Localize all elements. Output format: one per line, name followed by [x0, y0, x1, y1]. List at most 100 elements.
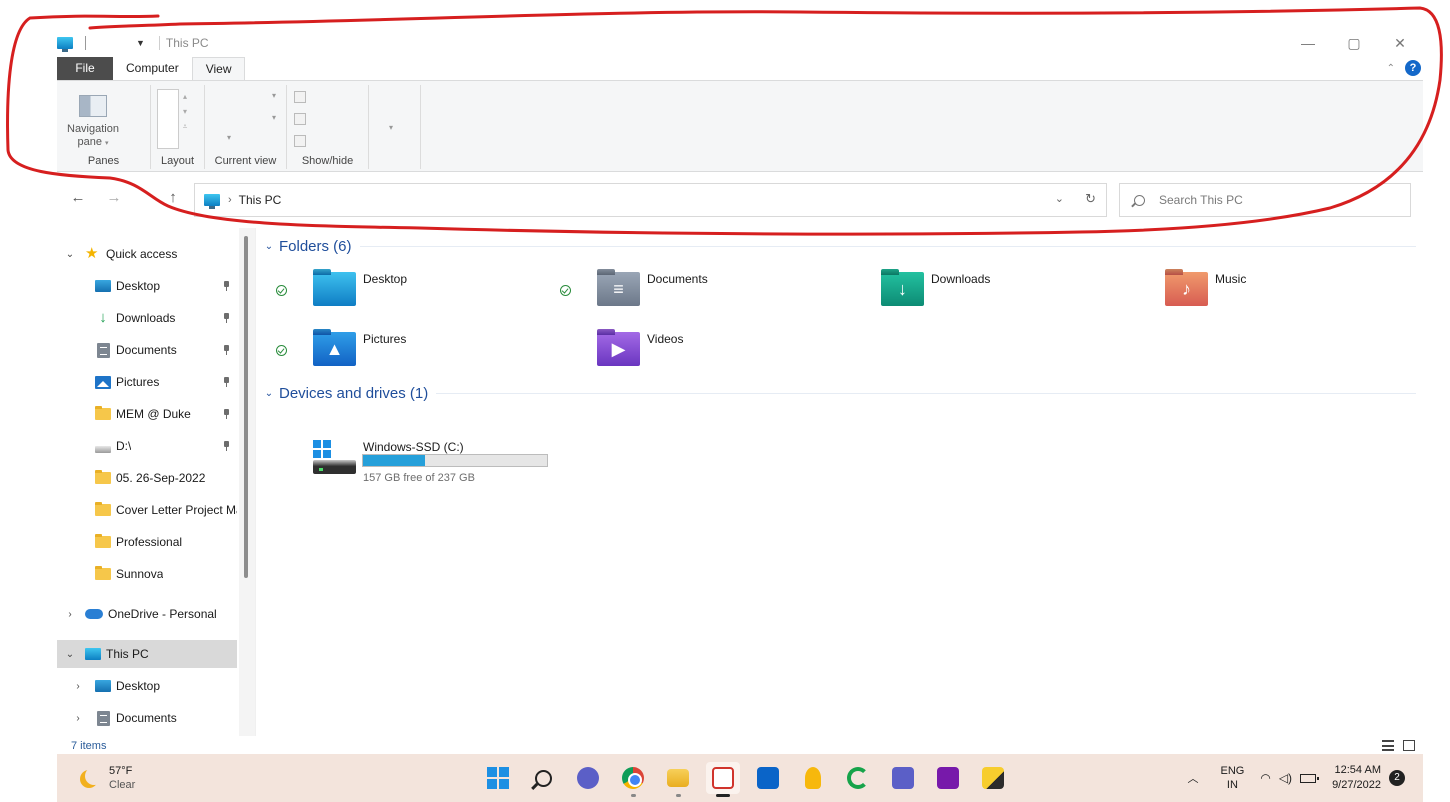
show-hide-checkbox[interactable]	[294, 91, 306, 103]
show-hide-checkbox[interactable]	[294, 135, 306, 147]
show-hide-checkbox[interactable]	[294, 113, 306, 125]
details-view-icon[interactable]	[1382, 740, 1394, 751]
breadcrumb-this-pc[interactable]: This PC	[239, 193, 282, 207]
notification-badge[interactable]: 2	[1389, 770, 1405, 786]
weather-widget[interactable]: 57°F Clear	[79, 764, 135, 792]
chevron-down-icon[interactable]: ⌄	[264, 388, 274, 399]
drives-section-header[interactable]: ⌄ Devices and drives (1)	[264, 383, 1416, 403]
pin-icon[interactable]	[223, 345, 230, 355]
taskbar-file-explorer-button[interactable]	[661, 762, 695, 794]
chevron-right-icon[interactable]: ›	[73, 681, 83, 692]
window-controls: — ▢ ✕	[1285, 28, 1423, 58]
sidebar-item-folder[interactable]: Cover Letter Project Management	[57, 496, 237, 524]
taskbar-keep-button[interactable]	[796, 762, 830, 794]
options-dropdown-icon[interactable]: ▾	[389, 123, 393, 132]
chevron-right-icon[interactable]: ›	[65, 609, 75, 620]
sidebar-scrollbar[interactable]	[239, 228, 255, 736]
show-hidden-icons-chevron-icon[interactable]: ︿	[1188, 770, 1199, 786]
onedrive-cloud-icon	[85, 609, 103, 619]
taskbar-sticky-notes-button[interactable]	[976, 762, 1010, 794]
sidebar-item-label: OneDrive - Personal	[108, 607, 217, 621]
taskbar-meet-button[interactable]	[571, 762, 605, 794]
breadcrumb-chevron-icon[interactable]: ›	[228, 194, 232, 206]
folder-tile-music[interactable]: ♪ Music	[1115, 272, 1395, 322]
start-button[interactable]	[481, 762, 515, 794]
taskbar-teams-button[interactable]	[886, 762, 920, 794]
folder-tile-documents[interactable]: ≡ Documents	[547, 272, 827, 322]
pin-icon[interactable]	[223, 409, 230, 419]
layout-gallery[interactable]	[157, 89, 179, 149]
language-indicator[interactable]: ENG IN	[1221, 764, 1245, 792]
sync-check-icon	[560, 285, 571, 296]
pin-icon[interactable]	[223, 441, 230, 451]
sidebar-item-downloads[interactable]: ↓ Downloads	[57, 304, 237, 332]
large-icons-view-icon[interactable]	[1403, 740, 1415, 751]
sidebar-item-d-drive[interactable]: D:\	[57, 432, 237, 460]
folder-tile-videos[interactable]: ▶ Videos	[547, 332, 827, 382]
sidebar-item-documents[interactable]: Documents	[57, 336, 237, 364]
back-arrow-icon[interactable]: ←	[68, 189, 88, 206]
folder-label: Videos	[647, 332, 683, 346]
folder-tile-pictures[interactable]: ▲ Pictures	[263, 332, 543, 382]
folder-tile-desktop[interactable]: Desktop	[263, 272, 543, 322]
sidebar-item-quick-access[interactable]: ⌄ ★ Quick access	[57, 240, 237, 268]
layout-gallery-scroll[interactable]: ▴▾⩡	[179, 89, 191, 149]
tab-computer[interactable]: Computer	[113, 57, 192, 80]
folder-tile-downloads[interactable]: ↓ Downloads	[831, 272, 1111, 322]
search-box[interactable]	[1119, 183, 1411, 217]
customize-toolbar-dropdown-icon[interactable]: ▼	[136, 38, 145, 48]
sidebar-item-this-pc[interactable]: ⌄ This PC	[57, 640, 237, 668]
drive-tile-c[interactable]: Windows-SSD (C:) 157 GB free of 237 GB	[313, 440, 613, 490]
taskbar-snipping-tool-button[interactable]	[706, 762, 740, 794]
downloads-folder-icon: ↓	[881, 272, 924, 306]
navigation-pane-button[interactable]: Navigation pane ▾	[57, 123, 129, 150]
taskbar-chrome-button[interactable]	[616, 762, 650, 794]
help-icon[interactable]: ?	[1405, 60, 1421, 76]
pin-icon[interactable]	[223, 313, 230, 323]
minimize-button[interactable]: —	[1285, 28, 1331, 58]
battery-icon[interactable]	[1300, 774, 1316, 783]
tab-view[interactable]: View	[192, 57, 246, 80]
sort-dropdown-icon[interactable]: ▾	[272, 91, 276, 100]
address-bar[interactable]: › This PC ⌄ ↻	[194, 183, 1107, 217]
search-input[interactable]	[1159, 193, 1399, 207]
volume-icon[interactable]: ◁)	[1279, 771, 1292, 785]
sidebar-item-this-pc-documents[interactable]: › Documents	[57, 704, 237, 732]
sidebar-item-folder[interactable]: Sunnova	[57, 560, 237, 588]
sidebar-item-onedrive[interactable]: › OneDrive - Personal	[57, 600, 237, 628]
sidebar-item-folder[interactable]: 05. 26-Sep-2022	[57, 464, 237, 492]
sidebar-item-folder[interactable]: Professional	[57, 528, 237, 556]
refresh-icon[interactable]: ↻	[1085, 191, 1096, 207]
wifi-icon[interactable]: ◠	[1260, 771, 1270, 785]
pin-icon[interactable]	[223, 377, 230, 387]
sidebar-scroll-thumb[interactable]	[244, 236, 248, 578]
folders-section-header[interactable]: ⌄ Folders (6)	[264, 236, 1416, 256]
chevron-right-icon[interactable]: ›	[73, 713, 83, 724]
up-arrow-icon[interactable]: ↑	[163, 189, 183, 206]
taskbar-outlook-button[interactable]	[751, 762, 785, 794]
pin-icon[interactable]	[223, 281, 230, 291]
maximize-button[interactable]: ▢	[1331, 28, 1377, 58]
taskbar-onenote-button[interactable]	[931, 762, 965, 794]
sidebar-item-pictures[interactable]: Pictures	[57, 368, 237, 396]
address-history-chevron-icon[interactable]: ⌄	[1055, 192, 1064, 205]
tab-file[interactable]: File	[57, 57, 113, 80]
clock[interactable]: 12:54 AM 9/27/2022	[1332, 763, 1381, 793]
sidebar-item-this-pc-desktop[interactable]: › Desktop	[57, 672, 237, 700]
sidebar-item-desktop[interactable]: Desktop	[57, 272, 237, 300]
sidebar-item-mem-duke[interactable]: MEM @ Duke	[57, 400, 237, 428]
collapse-ribbon-chevron-icon[interactable]: ⌃	[1387, 63, 1395, 74]
taskbar-search-button[interactable]	[526, 762, 560, 794]
forward-arrow-icon[interactable]: →	[104, 189, 124, 206]
onenote-icon	[937, 767, 959, 789]
chevron-down-icon[interactable]: ⌄	[65, 649, 75, 660]
group-by-dropdown-icon[interactable]: ▾	[272, 113, 276, 122]
folder-label: Music	[1215, 272, 1246, 286]
chevron-down-icon[interactable]: ⌄	[264, 241, 274, 252]
chevron-down-icon[interactable]: ⌄	[65, 249, 75, 260]
taskbar-ccleaner-button[interactable]	[841, 762, 875, 794]
navigation-pane-icon[interactable]	[79, 95, 107, 117]
close-button[interactable]: ✕	[1377, 28, 1423, 58]
group-label-layout: Layout	[151, 155, 204, 167]
view-options-dropdown-icon[interactable]: ▾	[227, 133, 231, 142]
